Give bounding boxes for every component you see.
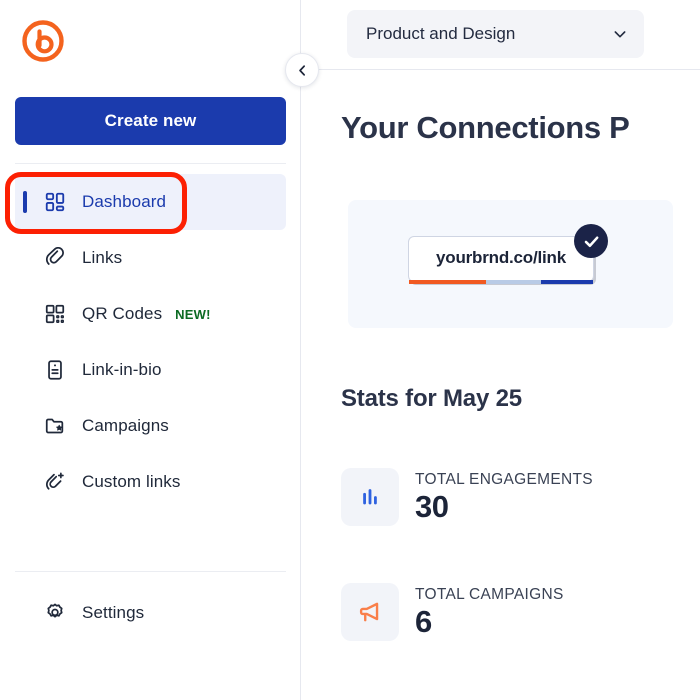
grid-icon (43, 190, 67, 214)
link-chip: yourbrnd.co/link (408, 236, 594, 284)
qr-code-icon (43, 302, 67, 326)
top-bar: Product and Design (301, 0, 700, 70)
stat-value: 30 (415, 488, 449, 524)
sidebar-item-label: Dashboard (82, 192, 167, 211)
sidebar-nav: Dashboard Links QR Codes NEW! Link-in-bi… (0, 174, 301, 510)
sidebar-divider-top (15, 163, 286, 164)
link-url: yourbrnd.co/link (436, 247, 566, 267)
organization-select[interactable]: Product and Design (347, 10, 644, 58)
connection-card[interactable]: yourbrnd.co/link (348, 200, 673, 328)
organization-select-value: Product and Design (366, 24, 516, 43)
sidebar-item-label: Custom links (82, 472, 181, 491)
sidebar-item-settings[interactable]: Settings (15, 585, 286, 641)
sidebar-item-label: Link-in-bio (82, 360, 162, 379)
megaphone-icon (341, 583, 399, 641)
check-circle-icon (574, 224, 608, 258)
sidebar-item-label: Links (82, 248, 123, 267)
sidebar-item-label: Settings (82, 603, 145, 622)
sidebar: Create new Dashboard Links QR Codes NEW!… (0, 0, 301, 700)
sidebar-item-dashboard[interactable]: Dashboard (15, 174, 286, 230)
app-root: Create new Dashboard Links QR Codes NEW!… (0, 0, 700, 700)
link-underline-decoration (409, 280, 593, 284)
sidebar-divider-bottom (15, 571, 286, 572)
status-badge: NEW! (175, 306, 211, 322)
sidebar-item-custom-links[interactable]: Custom links (15, 454, 286, 510)
folder-star-icon (43, 414, 67, 438)
main-content: Product and Design Your Connections P yo… (301, 0, 700, 700)
stat-label: TOTAL ENGAGEMENTS (415, 471, 593, 489)
create-new-button[interactable]: Create new (15, 97, 286, 145)
sidebar-item-label: Campaigns (82, 416, 169, 435)
chevron-left-icon (298, 64, 305, 76)
link-icon (43, 246, 67, 270)
bitly-logo-icon[interactable] (20, 18, 66, 64)
gear-icon (43, 601, 67, 625)
stat-total-campaigns: TOTAL CAMPAIGNS 6 (341, 583, 564, 641)
sidebar-item-links[interactable]: Links (15, 230, 286, 286)
link-plus-icon (43, 470, 67, 494)
link-in-bio-icon (43, 358, 67, 382)
stats-section-title: Stats for May 25 (341, 385, 522, 412)
bar-chart-icon (341, 468, 399, 526)
sidebar-item-link-in-bio[interactable]: Link-in-bio (15, 342, 286, 398)
stat-total-engagements: TOTAL ENGAGEMENTS 30 (341, 468, 593, 526)
sidebar-collapse-button[interactable] (285, 53, 319, 87)
sidebar-item-qr-codes[interactable]: QR Codes NEW! (15, 286, 286, 342)
sidebar-item-label: QR Codes (82, 304, 163, 323)
chevron-down-icon (612, 26, 628, 42)
link-preview: yourbrnd.co/link (408, 224, 608, 290)
sidebar-footer-nav: Settings (0, 585, 301, 641)
stat-label: TOTAL CAMPAIGNS (415, 586, 564, 604)
page-title: Your Connections P (341, 110, 630, 145)
stat-value: 6 (415, 603, 432, 639)
sidebar-item-campaigns[interactable]: Campaigns (15, 398, 286, 454)
